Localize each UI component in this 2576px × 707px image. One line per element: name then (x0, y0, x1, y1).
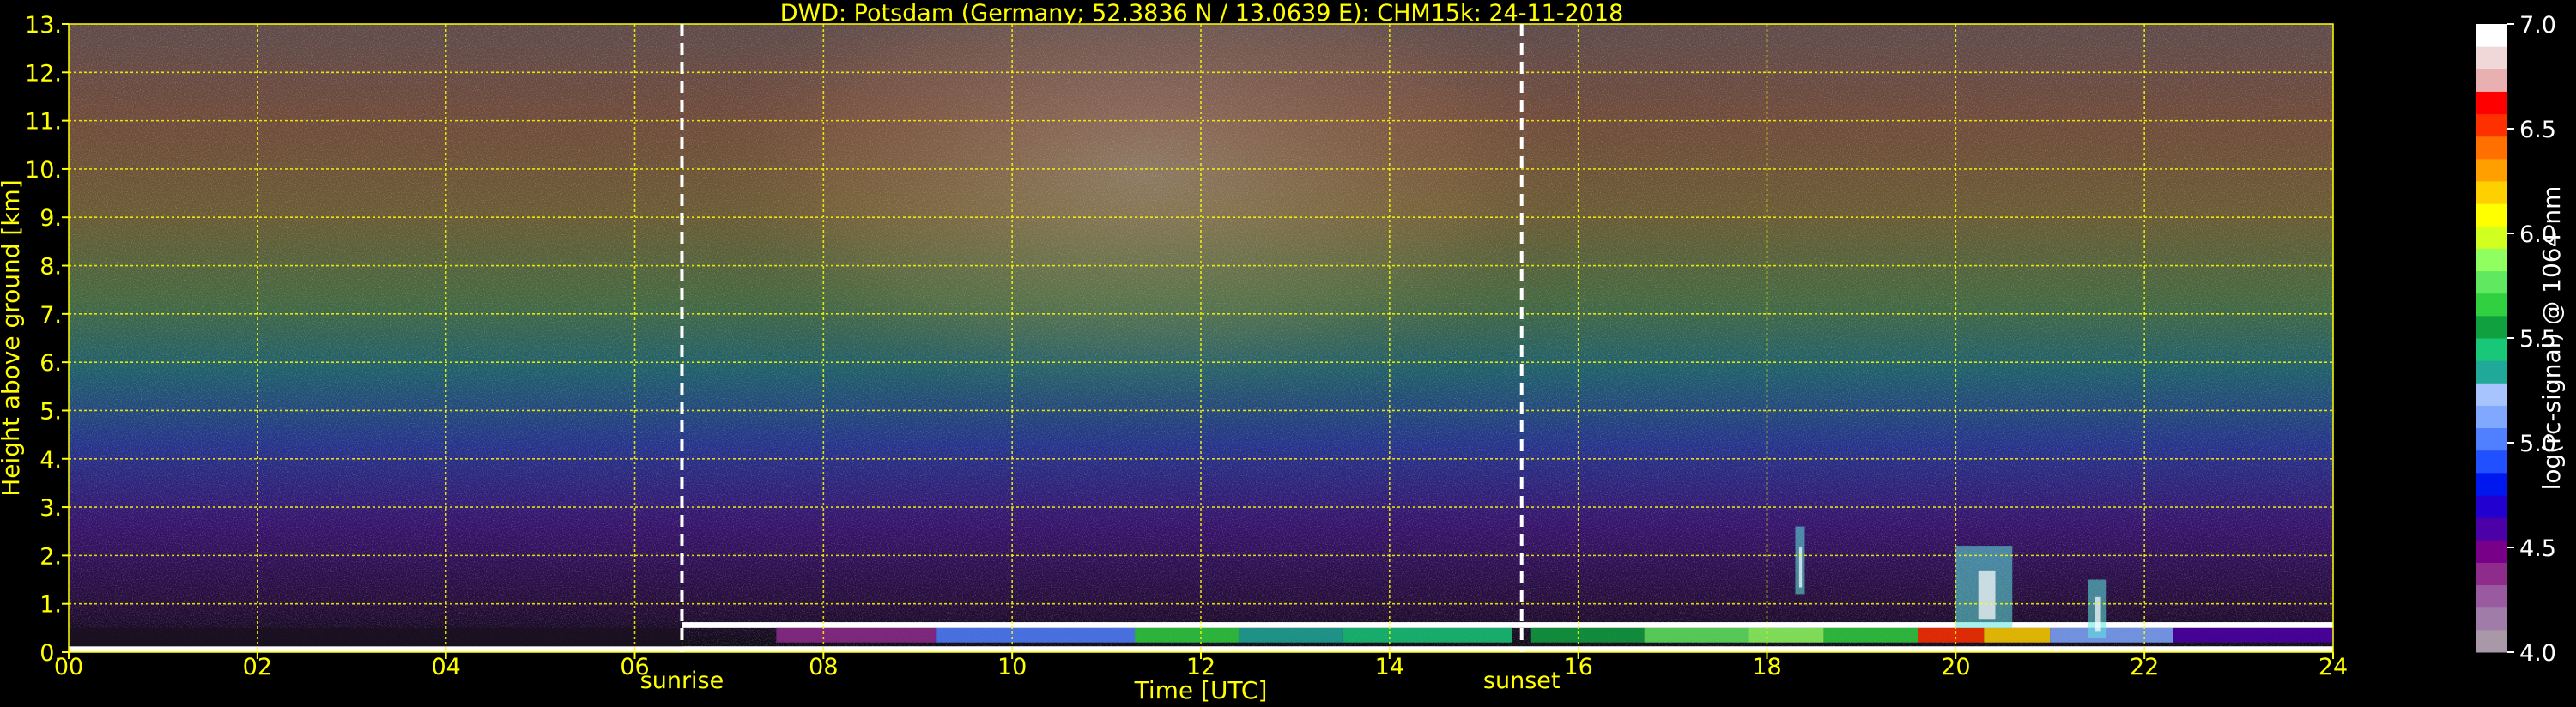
cloud-plume-core (2095, 596, 2101, 632)
colorbar-segment (2476, 24, 2507, 47)
cloud-layer-segment (1135, 627, 1239, 643)
x-tick-label: 00 (54, 654, 83, 680)
y-tick-label: 6. (39, 350, 62, 377)
cloud-layer-segment (1918, 627, 1985, 643)
cloud-layer-segment (2050, 627, 2173, 643)
y-tick-label: 10. (25, 157, 62, 184)
y-axis-title: Height above ground [km] (0, 179, 25, 497)
event-label: sunrise (640, 668, 724, 694)
x-tick-label: 04 (431, 654, 460, 680)
x-tick-label: 06 (620, 654, 649, 680)
colorbar-segment (2476, 607, 2507, 631)
chart-title: DWD: Potsdam (Germany; 52.3836 N / 13.06… (780, 0, 1624, 27)
x-tick-label: 24 (2318, 654, 2348, 680)
colorbar-segment (2476, 427, 2507, 451)
colorbar-tick-label: 6.5 (2519, 117, 2556, 143)
y-tick-label: 9. (39, 205, 62, 232)
colorbar-segment (2476, 270, 2507, 294)
colorbar-segment (2476, 248, 2507, 272)
nighttime-low-layer (69, 627, 682, 647)
cloud-layer-segment (1238, 627, 1343, 643)
daytime-noise-region (710, 24, 1579, 508)
colorbar-tick-label: 7.0 (2519, 12, 2556, 39)
y-tick-label: 1. (39, 592, 62, 619)
colorbar-tick-label: 4.0 (2519, 640, 2556, 667)
cloud-layer-segment (1823, 627, 1918, 643)
y-tick-label: 7. (39, 302, 62, 329)
y-tick-label: 12. (25, 60, 62, 87)
colorbar-segment (2476, 472, 2507, 496)
x-axis-title: Time [UTC] (1134, 676, 1268, 704)
cloud-layer-segment (2173, 627, 2333, 643)
x-tick-label: 16 (1563, 654, 1592, 680)
colorbar-tick-label: 4.5 (2519, 535, 2556, 562)
y-tick-label: 13. (25, 12, 62, 39)
cloud-layer-segment (1530, 627, 1645, 643)
colorbar (2476, 24, 2507, 653)
y-tick-label: 8. (39, 254, 62, 281)
boundary-layer-top (682, 622, 2334, 628)
y-tick-label: 4. (39, 447, 62, 474)
colorbar-title: log(rc-signal) @ 1064 nm (2537, 186, 2566, 491)
colorbar-segment (2476, 46, 2507, 69)
colorbar-segment (2476, 91, 2507, 115)
colorbar-segment (2476, 158, 2507, 182)
colorbar-segment (2476, 203, 2507, 227)
colorbar-segment (2476, 383, 2507, 406)
colorbar-segment (2476, 562, 2507, 586)
colorbar-segment (2476, 181, 2507, 204)
cloud-layer-segment (1984, 627, 2051, 643)
y-tick-label: 11. (25, 109, 62, 136)
colorbar-segment (2476, 113, 2507, 137)
colorbar-segment (2476, 293, 2507, 317)
cloud-layer-segment (1342, 627, 1512, 643)
colorbar-segment (2476, 69, 2507, 92)
cloud-layer-segment (936, 627, 1136, 643)
colorbar-segment (2476, 517, 2507, 541)
x-tick-label: 14 (1375, 654, 1404, 680)
cloud-layer-segment (776, 627, 937, 643)
colorbar-segment (2476, 405, 2507, 429)
lidar-quicklook-chart: DWD: Potsdam (Germany; 52.3836 N / 13.06… (0, 0, 2566, 704)
colorbar-segment (2476, 360, 2507, 384)
plot-area: sunrise sunset (68, 23, 2334, 694)
colorbar-segment (2476, 629, 2507, 653)
x-tick-label: 02 (243, 654, 272, 680)
colorbar-segment (2476, 495, 2507, 518)
x-tick-label: 10 (997, 654, 1027, 680)
cloud-layer-segment (1644, 627, 1749, 643)
colorbar-segment (2476, 338, 2507, 361)
y-tick-label: 5. (39, 398, 62, 425)
cloud-plume-core (1978, 570, 1996, 620)
x-tick-label: 20 (1941, 654, 1970, 680)
cloud-layer-segment (1748, 627, 1824, 643)
colorbar-segment (2476, 584, 2507, 608)
colorbar-segment (2476, 450, 2507, 474)
colorbar-segment (2476, 136, 2507, 160)
x-tick-label: 22 (2130, 654, 2159, 680)
cloud-plume-core (1798, 547, 1803, 588)
y-tick-label: 3. (39, 495, 62, 522)
colorbar-segment (2476, 226, 2507, 249)
colorbar-segment (2476, 315, 2507, 339)
y-axis-ticks: 0.1.2.3.4.5.6.7.8.9.10.11.12.13. (25, 12, 69, 667)
x-tick-label: 08 (809, 654, 838, 680)
colorbar-segment (2476, 540, 2507, 563)
x-tick-label: 18 (1752, 654, 1781, 680)
event-label: sunset (1483, 668, 1561, 694)
y-tick-label: 2. (39, 543, 62, 570)
